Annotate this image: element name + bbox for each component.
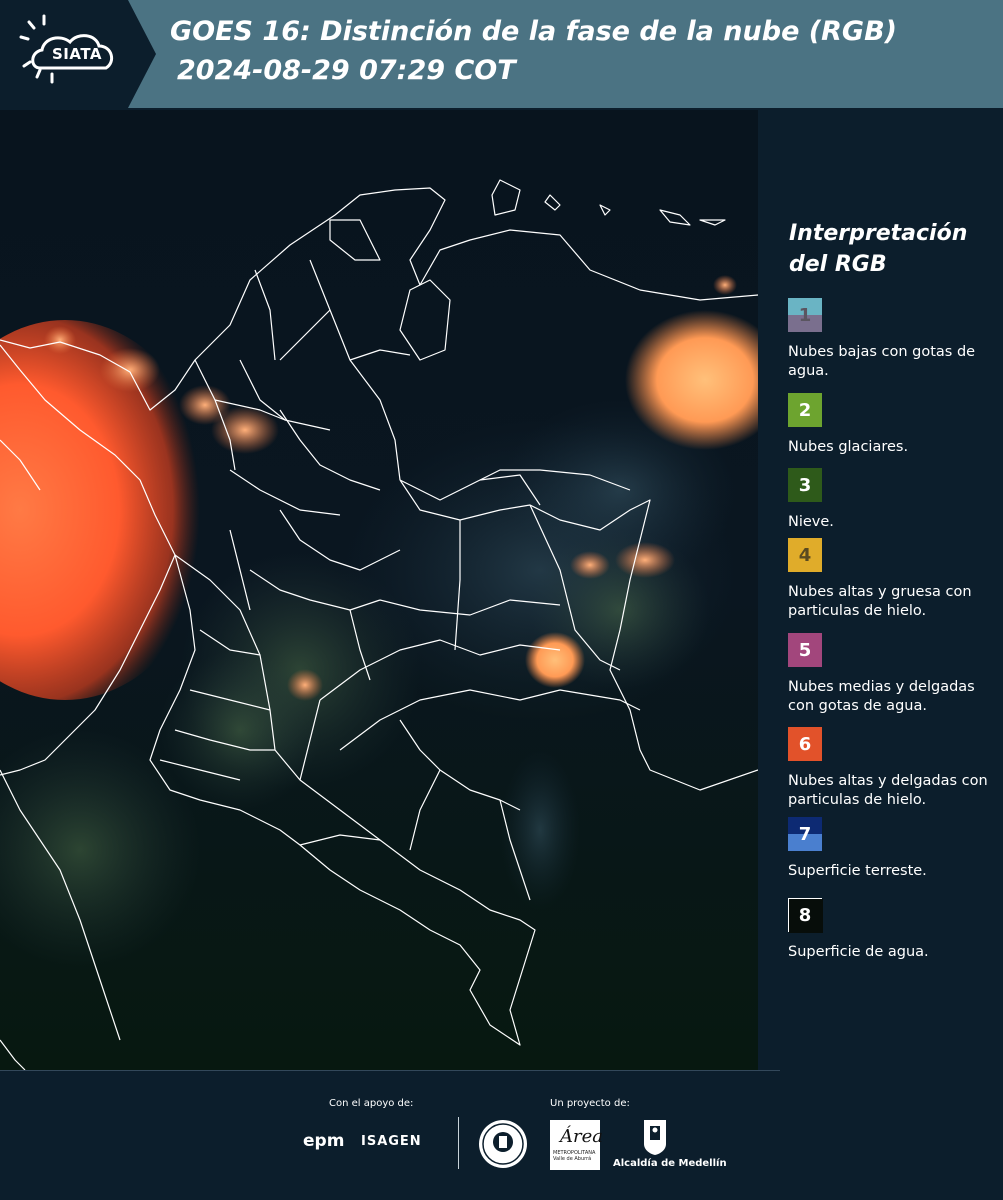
legend-swatch: 8 — [788, 898, 823, 933]
legend-label: Nubes altas y delgadas con particulas de… — [788, 773, 988, 808]
header-bar: SIATA GOES 16: Distinción de la fase de … — [0, 0, 1003, 108]
legend-label: Nubes glaciares. — [788, 439, 909, 455]
legend-item: 5 Nubes medias y delgadas con gotas de ag… — [788, 633, 1000, 716]
legend-item: 7 Superficie terreste. — [788, 817, 1000, 881]
footer-rule — [0, 1070, 780, 1071]
legend-swatch: 1 — [788, 298, 822, 332]
legend-item: 3 Nieve. — [788, 468, 1000, 532]
satellite-map[interactable] — [0, 110, 758, 1070]
seal-icon — [479, 1120, 527, 1168]
legend-label: Nubes medias y delgadas con gotas de agu… — [788, 679, 975, 714]
amva-script: Área — [560, 1126, 603, 1147]
alcaldia-label: Alcaldía de Medellín — [613, 1158, 727, 1169]
legend-number: 4 — [798, 544, 812, 566]
legend-item: 8 Superficie de agua. — [788, 898, 1000, 962]
siata-logo: SIATA — [0, 0, 156, 108]
legend-number: 7 — [798, 823, 812, 845]
project-label: Un proyecto de: — [550, 1098, 630, 1109]
footer-divider — [458, 1117, 459, 1169]
amva-text: METROPOLITANA Valle de Aburrá — [553, 1150, 596, 1162]
legend-number: 1 — [798, 304, 812, 326]
logo-text: SIATA — [52, 45, 103, 63]
legend-number: 6 — [798, 733, 812, 755]
legend-item: 6 Nubes altas y delgadas con particulas d… — [788, 727, 1000, 810]
legend-item: 2 Nubes glaciares. — [788, 393, 1000, 457]
legend-label: Nubes altas y gruesa con particulas de h… — [788, 584, 972, 619]
legend-label: Nieve. — [788, 514, 834, 530]
legend-number: 2 — [798, 399, 812, 421]
page-timestamp: 2024-08-29 07:29 COT — [177, 55, 516, 86]
footer: Con el apoyo de: Un proyecto de: epm ISA… — [0, 1070, 1003, 1200]
legend-label: Nubes bajas con gotas de agua. — [788, 344, 976, 379]
legend-panel: Interpretación del RGB 1 Nubes bajas con … — [760, 110, 1003, 1070]
legend-label: Superficie de agua. — [788, 944, 929, 960]
legend-swatch: 4 — [788, 538, 822, 572]
legend-number: 5 — [798, 639, 812, 661]
alcaldia-shield-icon — [644, 1120, 666, 1155]
legend-swatch: 3 — [788, 468, 822, 502]
legend-swatch: 2 — [788, 393, 822, 427]
satellite-image — [0, 110, 758, 1070]
legend-swatch: 6 — [788, 727, 822, 761]
legend-swatch: 5 — [788, 633, 822, 667]
legend-swatch: 7 — [788, 817, 822, 851]
area-metropolitana-logo: Área METROPOLITANA Valle de Aburrá — [550, 1120, 603, 1170]
epm-logo: epm — [303, 1131, 345, 1151]
legend-item: 1 Nubes bajas con gotas de agua. — [788, 298, 1000, 381]
support-label: Con el apoyo de: — [329, 1098, 414, 1109]
legend-item: 4 Nubes altas y gruesa con particulas de … — [788, 538, 1000, 621]
legend-label: Superficie terreste. — [788, 863, 927, 879]
legend-number: 8 — [798, 904, 812, 926]
page-title: GOES 16: Distinción de la fase de la nub… — [170, 16, 897, 47]
isagen-logo: ISAGEN — [361, 1134, 422, 1149]
legend-title: Interpretación del RGB — [789, 221, 968, 277]
legend-number: 3 — [798, 474, 812, 496]
